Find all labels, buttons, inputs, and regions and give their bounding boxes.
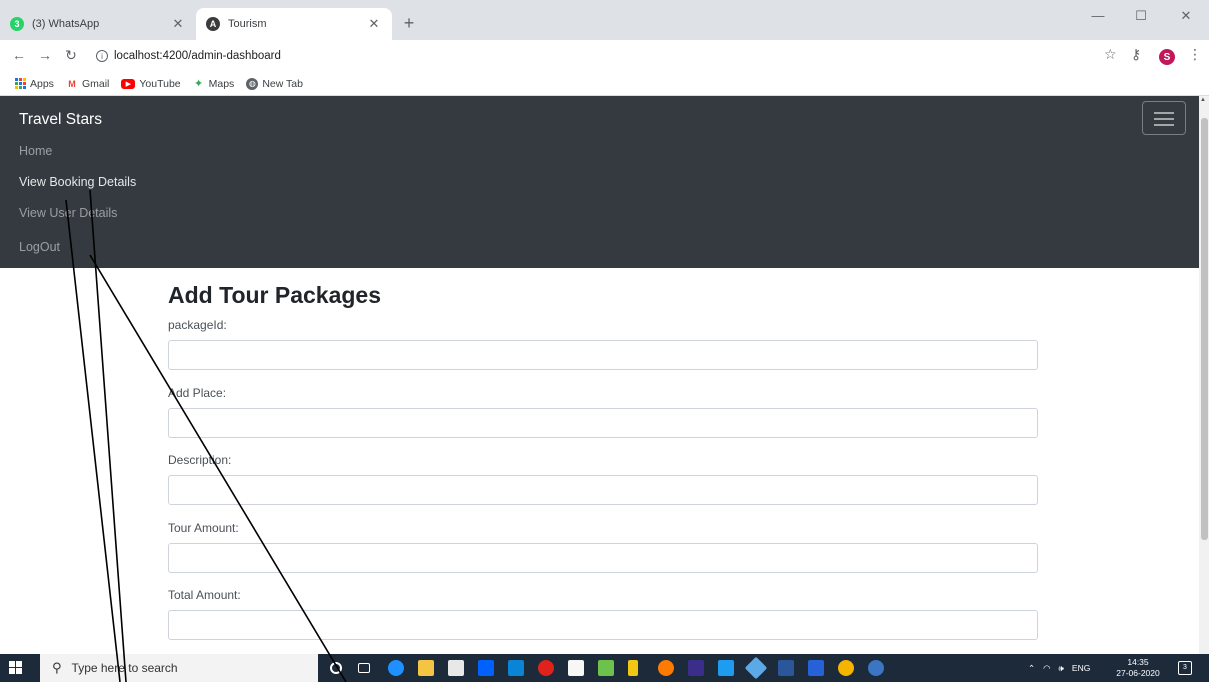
chrome-icon[interactable] <box>838 660 854 676</box>
info-icon[interactable]: i <box>96 50 108 62</box>
minimize-icon[interactable]: — <box>1075 8 1121 23</box>
clock-date: 27-06-2020 <box>1116 668 1160 678</box>
forms-icon[interactable] <box>808 660 824 676</box>
system-tray: ⌃ ◠ 🕪 ENG <box>1028 654 1090 682</box>
bookmark-label: New Tab <box>262 77 303 90</box>
bookmark-new-tab[interactable]: ◍ New Tab <box>246 77 303 90</box>
taskbar-search-box[interactable]: ⚲ Type here to search <box>40 654 318 682</box>
firefox-icon[interactable] <box>658 660 674 676</box>
close-icon[interactable]: ✕ <box>170 16 186 32</box>
bookmark-gmail[interactable]: M Gmail <box>66 78 109 90</box>
star-icon[interactable]: ☆ <box>1104 46 1117 63</box>
opera-icon[interactable] <box>538 660 554 676</box>
vscode-icon[interactable] <box>718 660 734 676</box>
bookmark-label: YouTube <box>139 77 181 90</box>
volume-icon[interactable]: 🕪 <box>1059 663 1064 674</box>
gmail-icon: M <box>68 78 76 89</box>
maximize-icon[interactable]: ☐ <box>1118 8 1164 24</box>
language-indicator[interactable]: ENG <box>1072 663 1090 673</box>
scroll-up-arrow-icon[interactable]: ▲ <box>1200 97 1206 103</box>
address-bar[interactable]: i localhost:4200/admin-dashboard <box>96 44 1096 68</box>
windows-taskbar: ⚲ Type here to search ⌃ ◠ 🕪 ENG 14:35 27… <box>0 654 1209 682</box>
site-navbar: Travel Stars Home View Booking Details V… <box>0 96 1199 268</box>
navbar-brand[interactable]: Travel Stars <box>19 111 102 129</box>
package-id-label: packageId: <box>168 318 227 332</box>
git-icon[interactable] <box>744 656 768 680</box>
dropbox-icon[interactable] <box>478 660 494 676</box>
bookmark-label: Maps <box>208 77 235 90</box>
angular-icon: A <box>206 17 220 31</box>
maps-icon: ✦ <box>194 78 204 90</box>
description-label: Description: <box>168 453 232 467</box>
add-place-label: Add Place: <box>168 386 227 400</box>
bookmark-youtube[interactable]: ▶ YouTube <box>121 77 181 90</box>
clock-time: 14:35 <box>1127 657 1149 667</box>
store-icon[interactable] <box>448 660 464 676</box>
file-explorer-icon[interactable] <box>418 660 434 676</box>
taskbar-clock[interactable]: 14:35 27-06-2020 <box>1114 657 1162 679</box>
form-title: Add Tour Packages <box>168 282 382 308</box>
description-input[interactable] <box>168 475 1038 505</box>
page-content: Travel Stars Home View Booking Details V… <box>0 96 1199 654</box>
nav-link-home[interactable]: Home <box>19 144 52 158</box>
mail-icon[interactable] <box>508 660 524 676</box>
cortana-icon[interactable] <box>330 662 342 674</box>
browser-tab-strip: 3 (3) WhatsApp ✕ A Tourism ✕ + — ☐ ✕ <box>0 0 1209 40</box>
word-icon[interactable] <box>778 660 794 676</box>
search-placeholder: Type here to search <box>71 661 178 675</box>
whatsapp-icon: 3 <box>10 17 24 31</box>
eclipse-icon[interactable] <box>688 660 704 676</box>
avatar[interactable]: S <box>1159 49 1175 65</box>
edge-icon[interactable] <box>388 660 404 676</box>
nav-link-view-booking-details[interactable]: View Booking Details <box>19 175 136 189</box>
notepad-plus-icon[interactable] <box>598 660 614 676</box>
wifi-icon[interactable]: ◠ <box>1043 663 1050 674</box>
new-tab-button[interactable]: + <box>398 14 420 32</box>
package-id-input[interactable] <box>168 340 1038 370</box>
nav-link-view-user-details[interactable]: View User Details <box>19 206 117 220</box>
help-icon[interactable] <box>868 660 884 676</box>
bookmarks-bar: Apps M Gmail ▶ YouTube ✦ Maps ◍ New Tab <box>0 72 1209 96</box>
navbar-toggler-button[interactable] <box>1142 101 1186 135</box>
browser-toolbar: ← → ↻ i localhost:4200/admin-dashboard ☆… <box>0 40 1209 72</box>
globe-icon: ◍ <box>246 77 259 90</box>
notification-center-icon[interactable]: 3 <box>1178 661 1192 675</box>
bookmark-label: Apps <box>30 77 54 90</box>
nav-link-logout[interactable]: LogOut <box>19 240 60 254</box>
back-icon[interactable]: ← <box>10 47 28 63</box>
tab-tourism[interactable]: A Tourism ✕ <box>196 8 392 40</box>
menu-dots-icon[interactable]: ⋮ <box>1188 46 1202 63</box>
key-icon[interactable]: ⚷ <box>1131 46 1141 63</box>
youtube-icon: ▶ <box>121 78 136 89</box>
forward-icon[interactable]: → <box>36 47 54 63</box>
chevron-up-icon[interactable]: ⌃ <box>1028 663 1035 674</box>
tour-amount-label: Tour Amount: <box>168 521 239 535</box>
search-icon: ⚲ <box>52 660 62 675</box>
tab-title: (3) WhatsApp <box>32 18 100 30</box>
tour-amount-input[interactable] <box>168 543 1038 573</box>
windows-start-icon[interactable] <box>9 661 23 675</box>
reload-icon[interactable]: ↻ <box>62 47 80 64</box>
total-amount-label: Total Amount: <box>168 588 241 602</box>
apps-grid-icon <box>14 78 26 90</box>
tab-title: Tourism <box>228 18 267 30</box>
url-text: localhost:4200/admin-dashboard <box>114 50 281 62</box>
total-amount-input[interactable] <box>168 610 1038 640</box>
task-view-icon[interactable] <box>358 663 370 673</box>
window-close-icon[interactable]: ✕ <box>1163 8 1209 24</box>
tab-whatsapp[interactable]: 3 (3) WhatsApp ✕ <box>0 8 196 40</box>
bookmark-label: Gmail <box>81 77 110 90</box>
scrollbar-thumb[interactable] <box>1201 118 1208 540</box>
close-icon[interactable]: ✕ <box>366 16 382 32</box>
add-place-input[interactable] <box>168 408 1038 438</box>
winscp-icon[interactable] <box>628 660 638 676</box>
notepad-icon[interactable] <box>568 660 584 676</box>
bookmark-apps[interactable]: Apps <box>14 78 54 90</box>
bookmark-maps[interactable]: ✦ Maps <box>193 77 235 91</box>
